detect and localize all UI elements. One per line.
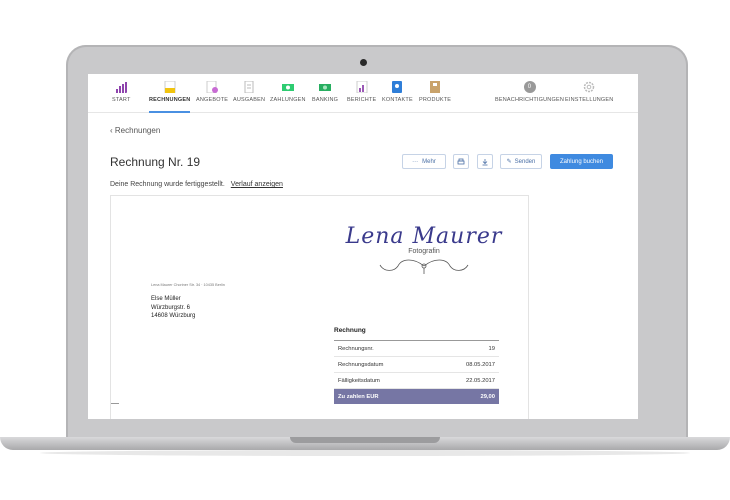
recipient-name: Else Müller xyxy=(151,296,181,302)
info-message: Deine Rechnung wurde fertiggestellt. Verl… xyxy=(110,181,283,188)
receipt-icon xyxy=(244,81,254,93)
product-box-icon xyxy=(430,81,441,93)
recipient-street: Würzburgstr. 6 xyxy=(151,304,191,311)
print-button[interactable] xyxy=(453,154,469,169)
nav-benachrichtigungen[interactable]: 0 BENACHRICHTIGUNGEN xyxy=(495,81,564,103)
chevron-left-icon: ‹ xyxy=(110,126,113,135)
table-row: Fälligkeitsdatum 22.05.2017 xyxy=(334,373,499,389)
table-row: Rechnungsnr. 19 xyxy=(334,341,499,357)
nav-label-ausgaben: AUSGABEN xyxy=(233,97,266,103)
notification-count-badge: 0 xyxy=(523,81,536,93)
nav-label-produkte: PRODUKTE xyxy=(419,97,452,103)
nav-label-start: START xyxy=(112,97,131,103)
send-button[interactable]: ✎ Senden xyxy=(500,154,542,169)
breadcrumb[interactable]: ‹ Rechnungen xyxy=(110,126,160,135)
row-label: Fälligkeitsdatum xyxy=(338,377,380,384)
table-row: Rechnungsdatum 08.05.2017 xyxy=(334,357,499,373)
contacts-icon xyxy=(392,81,403,93)
print-icon xyxy=(457,158,465,164)
ornament-icon xyxy=(379,259,469,274)
download-icon xyxy=(482,158,488,165)
nav-label-rechnungen: RECHNUNGEN xyxy=(149,97,191,103)
invoice-icon xyxy=(164,81,176,93)
nav-zahlungen[interactable]: ZAHLUNGEN xyxy=(270,81,306,103)
sender-line: Lena Maurer Choriner Str. 34 · 10435 Ber… xyxy=(151,283,225,287)
download-button[interactable] xyxy=(477,154,493,169)
invoice-preview: Lena Maurer Fotografin Lena Maurer Chori… xyxy=(110,195,529,419)
nav-einstellungen[interactable]: EINSTELLUNGEN xyxy=(565,81,613,103)
show-history-link[interactable]: Verlauf anzeigen xyxy=(231,181,283,188)
logo-subtitle: Fotografin xyxy=(408,248,440,255)
app-screen: START RECHNUNGEN ANGEBOTE AUSGABEN ZAHLU… xyxy=(88,74,638,419)
row-value: 19 xyxy=(488,345,495,352)
recipient-address: Else Müller Würzburgstr. 6 14608 Würzbur… xyxy=(151,295,195,321)
more-button-label: Mehr xyxy=(422,158,436,165)
send-icon: ✎ xyxy=(506,159,512,165)
info-text: Deine Rechnung wurde fertiggestellt. xyxy=(110,181,225,188)
laptop-shadow xyxy=(40,450,690,456)
row-label: Rechnungsdatum xyxy=(338,361,384,368)
nav-label-angebote: ANGEBOTE xyxy=(196,97,229,103)
nav-label-berichte: BERICHTE xyxy=(347,97,377,103)
more-dots-icon: ··· xyxy=(412,158,419,165)
gear-icon xyxy=(583,81,595,93)
row-label: Rechnungsnr. xyxy=(338,345,374,352)
nav-produkte[interactable]: PRODUKTE xyxy=(419,81,451,103)
total-value: 29,00 xyxy=(480,393,495,400)
summary-heading: Rechnung xyxy=(334,327,499,341)
laptop-base-notch xyxy=(290,437,440,443)
nav-kontakte[interactable]: KONTAKTE xyxy=(382,81,413,103)
row-value: 22.05.2017 xyxy=(465,377,495,384)
nav-start[interactable]: START xyxy=(112,81,131,103)
company-logo: Lena Maurer Fotografin xyxy=(344,224,504,280)
report-icon xyxy=(356,81,368,93)
invoice-summary-table: Rechnung Rechnungsnr. 19 Rechnungsdatum … xyxy=(334,327,499,404)
nav-banking[interactable]: BANKING xyxy=(312,81,338,103)
total-label: Zu zahlen EUR xyxy=(338,393,379,400)
offer-icon xyxy=(206,81,219,93)
book-payment-button[interactable]: Zahlung buchen xyxy=(550,154,613,169)
nav-label-zahlungen: ZAHLUNGEN xyxy=(270,97,306,103)
breadcrumb-back-link[interactable]: Rechnungen xyxy=(115,126,160,135)
send-button-label: Senden xyxy=(514,158,536,165)
nav-angebote[interactable]: ANGEBOTE xyxy=(196,81,228,103)
nav-label-banking: BANKING xyxy=(312,97,339,103)
bank-icon xyxy=(319,84,332,91)
nav-label-benachrichtigungen: BENACHRICHTIGUNGEN xyxy=(495,97,564,103)
money-icon xyxy=(281,84,294,91)
bar-chart-icon xyxy=(116,82,128,93)
nav-berichte[interactable]: BERICHTE xyxy=(347,81,376,103)
camera xyxy=(360,59,367,66)
nav-label-kontakte: KONTAKTE xyxy=(382,97,413,103)
nav-ausgaben[interactable]: AUSGABEN xyxy=(233,81,265,103)
more-button[interactable]: ··· Mehr xyxy=(402,154,446,169)
page-title: Rechnung Nr. 19 xyxy=(110,155,201,169)
top-navigation: START RECHNUNGEN ANGEBOTE AUSGABEN ZAHLU… xyxy=(88,74,638,113)
recipient-city: 14608 Würzburg xyxy=(151,313,196,319)
logo-name: Lena Maurer xyxy=(345,224,503,249)
fold-mark xyxy=(111,403,119,404)
nav-rechnungen[interactable]: RECHNUNGEN xyxy=(149,81,191,113)
nav-label-einstellungen: EINSTELLUNGEN xyxy=(565,97,614,103)
total-row: Zu zahlen EUR 29,00 xyxy=(334,389,499,404)
row-value: 08.05.2017 xyxy=(465,361,495,368)
